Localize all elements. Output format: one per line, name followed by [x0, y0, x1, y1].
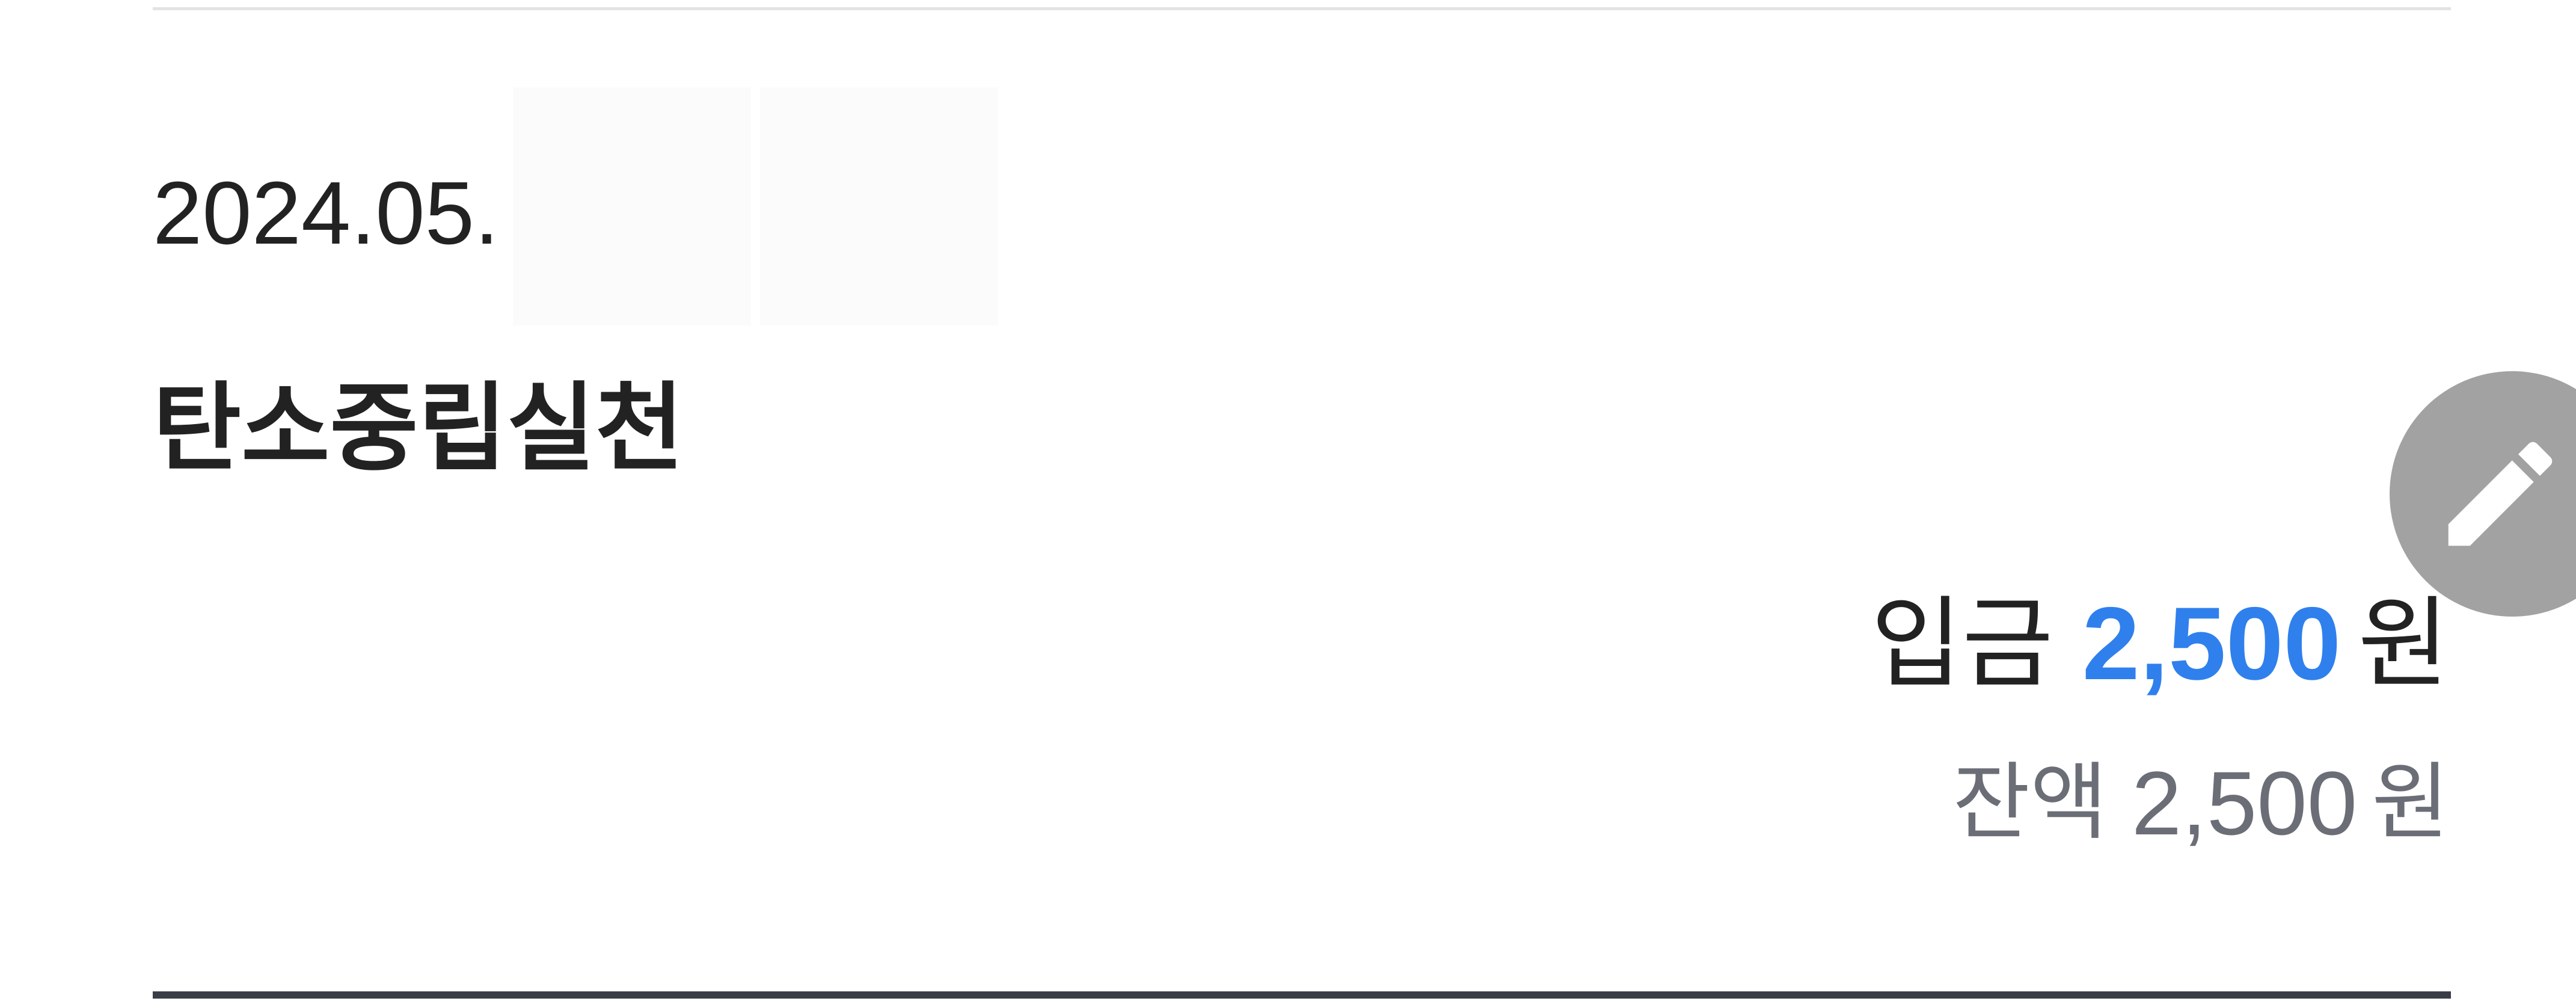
balance-row: 잔액 2,500 원: [1952, 749, 2449, 857]
redacted-block: [760, 87, 998, 325]
deposit-amount: 2,500: [2082, 586, 2341, 701]
bottom-divider: [153, 991, 2451, 999]
transaction-title: 탄소중립실천: [153, 372, 684, 484]
balance-unit: 원: [2372, 754, 2449, 852]
balance-amount: 2,500: [2131, 753, 2358, 854]
deposit-label: 입금: [1871, 586, 2053, 701]
edit-fab-button[interactable]: [2390, 371, 2576, 617]
transaction-date: 2024.05.: [153, 164, 500, 263]
deposit-row: 입금 2,500 원: [1871, 584, 2449, 704]
top-divider: [153, 7, 2451, 10]
redacted-block: [513, 87, 751, 325]
deposit-unit: 원: [2358, 586, 2449, 701]
pencil-icon: [2448, 442, 2553, 546]
balance-label: 잔액: [1952, 754, 2108, 852]
